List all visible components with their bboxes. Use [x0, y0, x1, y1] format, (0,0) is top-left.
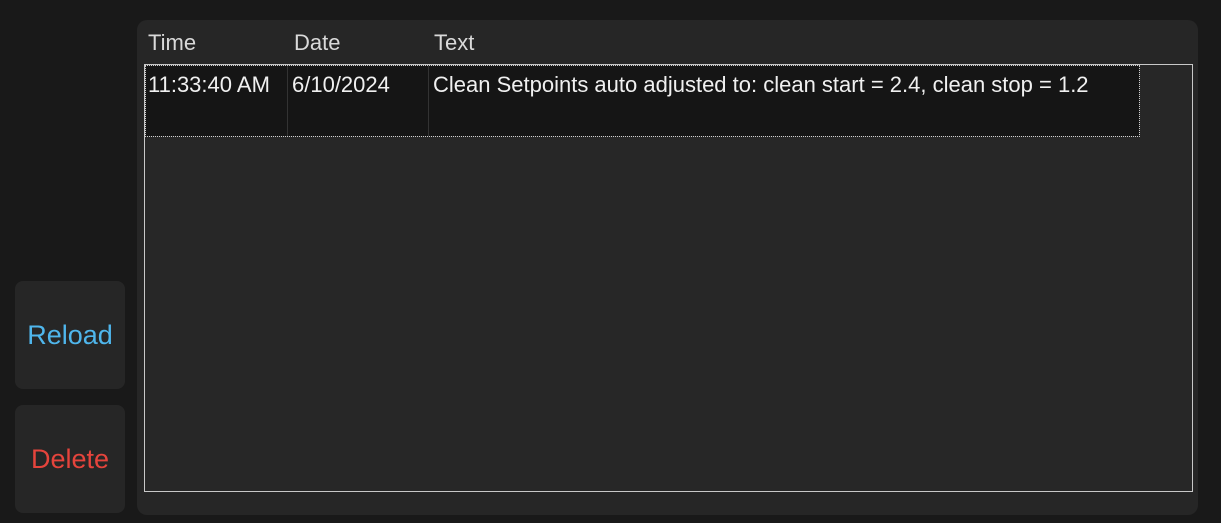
column-header-date[interactable]: Date	[294, 30, 340, 56]
log-row-text: Clean Setpoints auto adjusted to: clean …	[433, 72, 1089, 97]
log-row-date: 6/10/2024	[288, 66, 429, 136]
column-header-time[interactable]: Time	[148, 30, 196, 56]
delete-button[interactable]: Delete	[15, 405, 125, 513]
event-log-screen: Reload Delete Time Date Text 11:33:40 AM…	[0, 0, 1221, 523]
log-list[interactable]: 11:33:40 AM 6/10/2024 Clean Setpoints au…	[144, 64, 1193, 492]
log-row-time: 11:33:40 AM	[146, 66, 288, 136]
reload-button-label: Reload	[27, 319, 113, 350]
log-panel: Time Date Text 11:33:40 AM 6/10/2024 Cle…	[137, 20, 1198, 515]
log-row[interactable]: 11:33:40 AM 6/10/2024 Clean Setpoints au…	[145, 65, 1140, 137]
column-header-text[interactable]: Text	[434, 30, 474, 56]
reload-button[interactable]: Reload	[15, 281, 125, 389]
delete-button-label: Delete	[30, 443, 110, 474]
